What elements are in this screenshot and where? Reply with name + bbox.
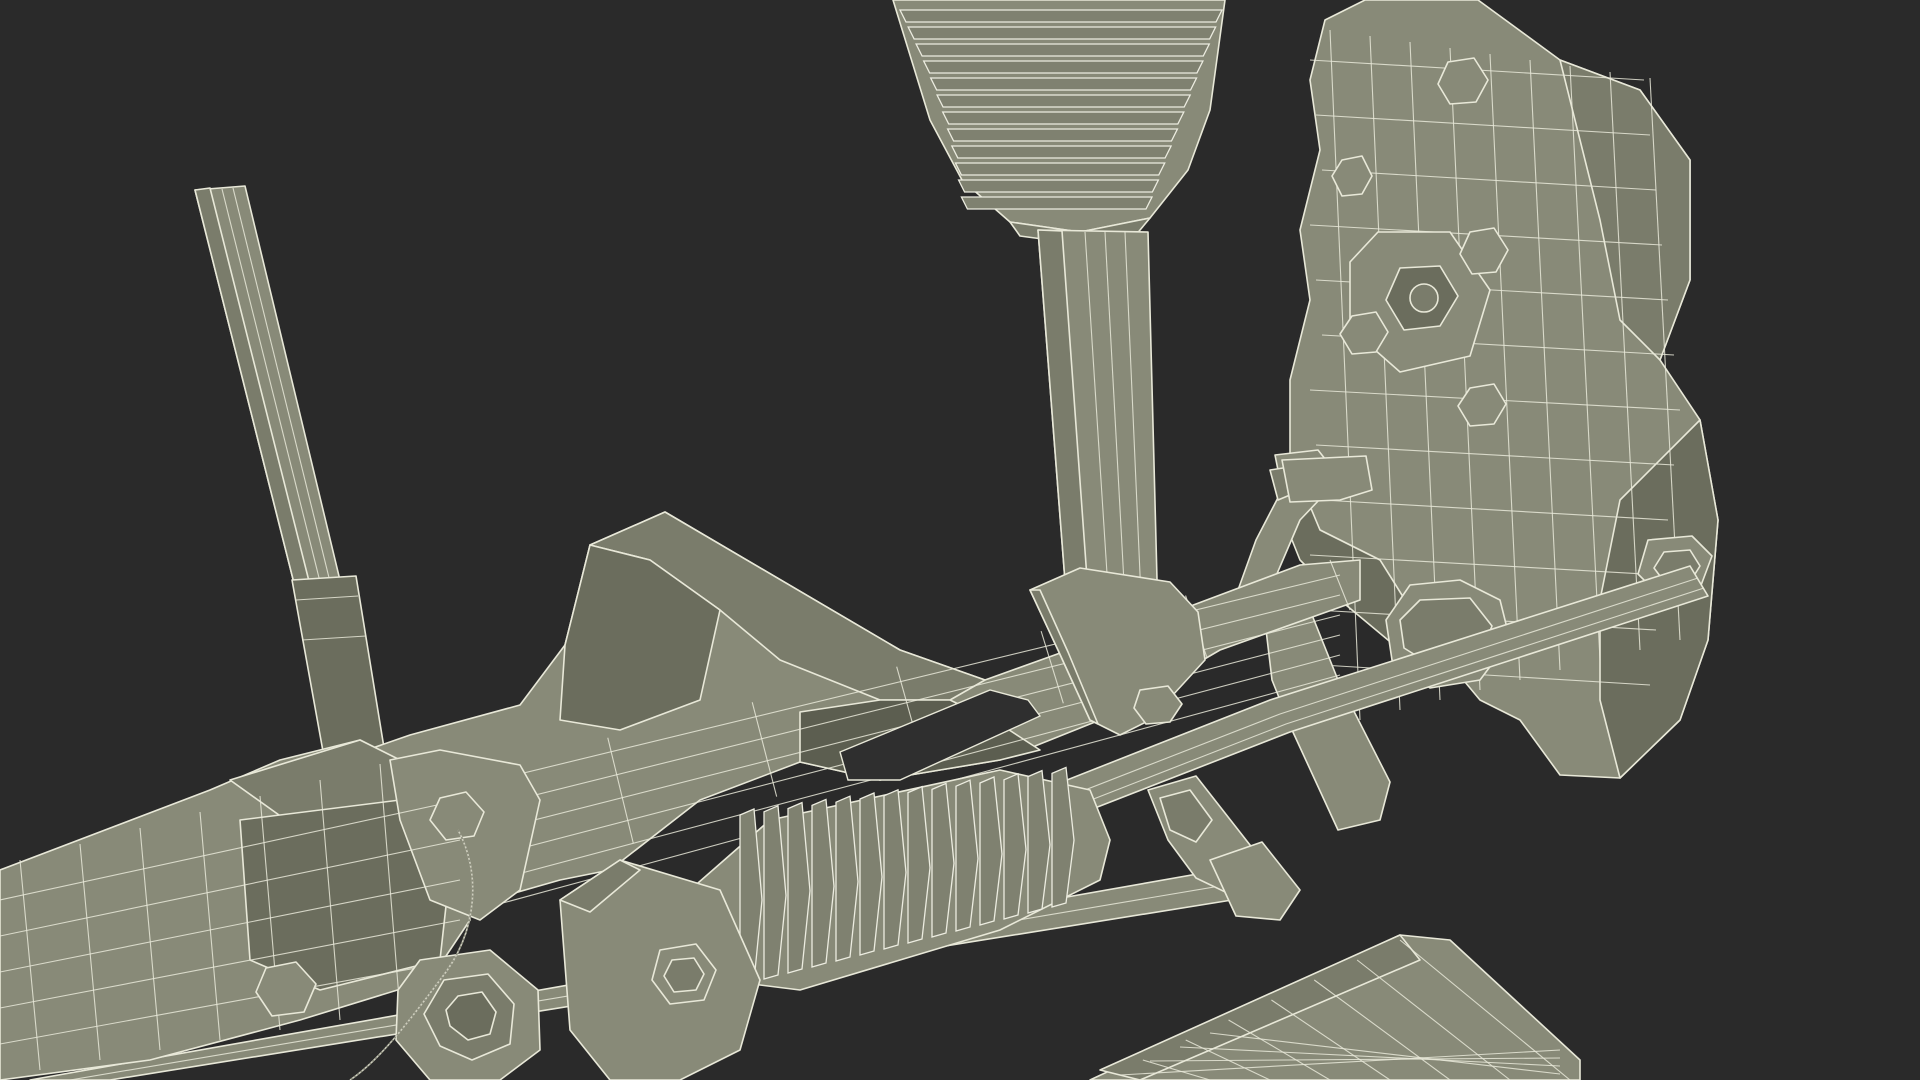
vertical-lever-rod [194, 185, 387, 769]
mesh-face [946, 128, 1179, 142]
mesh-face [941, 111, 1185, 125]
mesh-face [950, 145, 1173, 159]
steering-rack-boot [689, 766, 1111, 991]
mesh-face [898, 9, 1224, 23]
mesh-face [936, 94, 1192, 108]
mesh-face [907, 26, 1217, 40]
steering-motor-block [0, 739, 541, 1080]
mesh-face [915, 43, 1211, 57]
mesh-face [960, 196, 1154, 210]
mesh-face [929, 77, 1198, 91]
lower-mounting-bracket [1089, 934, 1581, 1080]
upper-shock-bellow [892, 0, 1226, 245]
mesh-face [954, 162, 1166, 176]
mesh-face [957, 179, 1160, 193]
shock-shaft [1037, 229, 1159, 621]
render-viewport [0, 0, 1920, 1080]
wireframe-suspension-model [0, 0, 1719, 1080]
mesh-face [922, 60, 1204, 74]
